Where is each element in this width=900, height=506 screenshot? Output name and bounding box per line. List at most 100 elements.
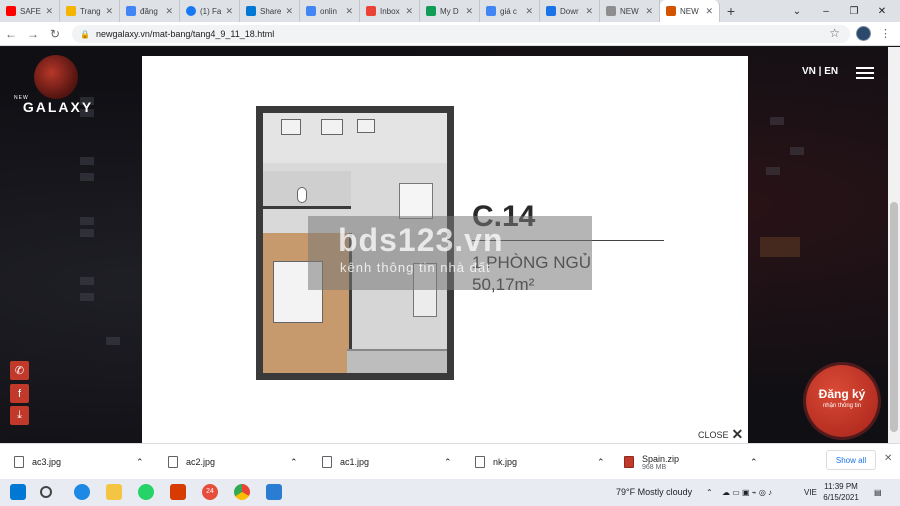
site-icon [606, 6, 616, 16]
download-icon[interactable]: ⤓ [10, 406, 29, 425]
download-chevron-icon[interactable]: ⌃ [290, 450, 298, 474]
close-tab-icon[interactable]: ✕ [225, 6, 233, 17]
hamburger-menu-icon[interactable] [856, 67, 874, 79]
url-text: newgalaxy.vn/mat-bang/tang4_9_11_18.html [95, 29, 275, 39]
sink-icon [321, 119, 343, 135]
browser-tab[interactable]: giá c ✕ [480, 0, 540, 22]
address-bar[interactable]: 🔒 newgalaxy.vn/mat-bang/tang4_9_11_18.ht… [72, 25, 850, 43]
page-viewport: NEW GALAXY VN | EN ✆ f ⤓ Đăng ký nhận th… [0, 47, 888, 443]
action-center-icon[interactable]: ▤ [874, 488, 882, 497]
close-tab-icon[interactable]: ✕ [525, 6, 533, 17]
close-tab-icon[interactable]: ✕ [645, 6, 653, 17]
edge-icon[interactable] [74, 484, 90, 500]
google-icon [306, 6, 316, 16]
browser-tab[interactable]: (1) Fa ✕ [180, 0, 240, 22]
google-icon [126, 6, 136, 16]
office-icon[interactable] [170, 484, 186, 500]
download-item[interactable]: ac2.jpg [168, 450, 215, 474]
floorplan-modal: C.14 1 PHÒNG NGỦ 50,17m² bds123.vn kênh … [142, 56, 748, 443]
balcony-area [347, 349, 447, 373]
close-tab-icon[interactable]: ✕ [465, 6, 473, 17]
close-tab-icon[interactable]: ✕ [705, 6, 713, 17]
close-window-button[interactable]: ✕ [868, 0, 896, 22]
download-item[interactable]: ac1.jpg [322, 450, 369, 474]
browser-tab[interactable]: NEW ✕ [600, 0, 660, 22]
bathroom-area [263, 171, 351, 209]
download-item[interactable]: ac3.jpg [14, 450, 61, 474]
watermark: bds123.vn kênh thông tin nhà đất [308, 216, 592, 290]
scrollbar-thumb[interactable] [890, 202, 898, 432]
dining-table-icon [399, 183, 433, 219]
close-tab-icon[interactable]: ✕ [105, 6, 113, 17]
reload-icon[interactable]: ↻ [44, 27, 66, 41]
language-switcher[interactable]: VN | EN [802, 66, 838, 77]
facebook-icon [186, 6, 196, 16]
weather-widget[interactable]: 79°F Mostly cloudy [616, 487, 692, 497]
download-chevron-icon[interactable]: ⌃ [597, 450, 605, 474]
word-icon[interactable] [266, 484, 282, 500]
system-clock[interactable]: 11:39 PM 6/15/2021 [818, 481, 864, 503]
show-all-button[interactable]: Show all [826, 450, 876, 470]
browser-menu-icon[interactable]: ⋮ [880, 27, 891, 40]
tray-chevron-icon[interactable]: ⌃ [706, 488, 713, 497]
page-scrollbar[interactable] [888, 47, 900, 443]
fridge-icon [357, 119, 375, 133]
tray-icons[interactable]: ☁ ▭ ▣ ⌁ ◎ ♪ [722, 488, 772, 497]
tab-strip: SAFE ✕ Trang ✕ đăng ✕ (1) Fa ✕ Share ✕ onlin ✕… [0, 0, 900, 22]
browser-tab[interactable]: My D ✕ [420, 0, 480, 22]
search-icon[interactable] [40, 486, 52, 498]
bookmark-star-icon[interactable]: ☆ [829, 26, 840, 40]
close-tab-icon[interactable]: ✕ [45, 6, 53, 17]
logo-planet-icon [34, 55, 78, 99]
download-item[interactable]: nk.jpg [475, 450, 517, 474]
browser-tab[interactable]: Dowr ✕ [540, 0, 600, 22]
folder-icon[interactable] [106, 484, 122, 500]
close-tab-icon[interactable]: ✕ [585, 6, 593, 17]
close-tab-icon[interactable]: ✕ [165, 6, 173, 17]
browser-tab[interactable]: SAFE ✕ [0, 0, 60, 22]
browser-tab[interactable]: Share ✕ [240, 0, 300, 22]
minimize-button[interactable]: – [812, 0, 840, 22]
browser-tab[interactable]: Trang ✕ [60, 0, 120, 22]
browser-tab[interactable]: đăng ✕ [120, 0, 180, 22]
new-tab-button[interactable]: + [720, 3, 742, 19]
windows-start-icon[interactable] [10, 484, 26, 500]
whatsapp-icon[interactable] [138, 484, 154, 500]
google-icon [486, 6, 496, 16]
browser-toolbar: ← → ↻ 🔒 newgalaxy.vn/mat-bang/tang4_9_11… [0, 22, 900, 46]
close-button[interactable]: CLOSE ✕ [698, 426, 743, 443]
close-tab-icon[interactable]: ✕ [405, 6, 413, 17]
phone-icon[interactable]: ✆ [10, 361, 29, 380]
toilet-icon [297, 187, 307, 203]
download-chevron-icon[interactable]: ⌃ [444, 450, 452, 474]
browser-tab[interactable]: Inbox ✕ [360, 0, 420, 22]
site-icon [66, 6, 76, 16]
profile-avatar[interactable] [856, 26, 871, 41]
download-chevron-icon[interactable]: ⌃ [136, 450, 144, 474]
zip-icon [624, 456, 634, 468]
close-downloads-icon[interactable]: ✕ [884, 453, 892, 464]
download-chevron-icon[interactable]: ⌃ [750, 450, 758, 474]
youtube-icon [6, 6, 16, 16]
download-item[interactable]: Spain.zip 968 MB [624, 450, 679, 474]
notification-badge-icon[interactable]: 24 [202, 484, 218, 500]
download-icon [546, 6, 556, 16]
tab-search-icon[interactable]: ⌄ [783, 0, 811, 22]
browser-tab[interactable]: onlin ✕ [300, 0, 360, 22]
lock-icon: 🔒 [80, 29, 90, 39]
chrome-icon[interactable] [234, 484, 250, 500]
site-icon [666, 6, 676, 16]
forward-icon[interactable]: → [22, 27, 44, 41]
new-galaxy-logo[interactable]: NEW GALAXY [12, 55, 104, 115]
input-language[interactable]: VIE [804, 488, 817, 497]
facebook-icon[interactable]: f [10, 384, 29, 403]
close-tab-icon[interactable]: ✕ [285, 6, 293, 17]
restore-button[interactable]: ❐ [840, 0, 868, 22]
file-icon [475, 456, 485, 468]
file-icon [14, 456, 24, 468]
close-tab-icon[interactable]: ✕ [345, 6, 353, 17]
browser-tab-active[interactable]: NEW ✕ [660, 0, 720, 22]
drive-icon [426, 6, 436, 16]
register-button[interactable]: Đăng ký nhận thông tin [806, 365, 878, 437]
back-icon[interactable]: ← [0, 27, 22, 41]
